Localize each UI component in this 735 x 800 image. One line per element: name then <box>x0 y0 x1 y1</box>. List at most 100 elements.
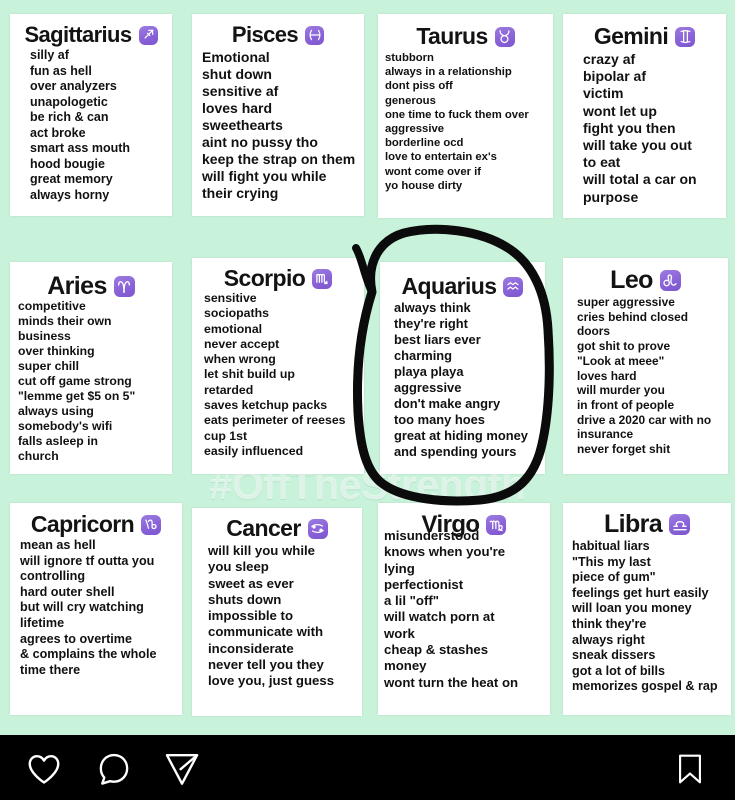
like-heart-icon[interactable] <box>25 750 65 788</box>
trait-line: mean as hell <box>20 538 96 552</box>
trait-line: stubborn <box>385 52 434 64</box>
trait-list: super aggressive cries behind closed doors… <box>563 295 728 457</box>
trait-line: super aggressive <box>577 295 675 309</box>
trait-line: fun as hell <box>30 63 92 78</box>
sign-name: Sagittarius <box>24 22 132 47</box>
trait-line: will watch porn at <box>384 609 495 625</box>
trait-line: bipolar af <box>583 68 647 85</box>
trait-line: be rich & can <box>30 110 109 124</box>
trait-line: sneak dissers <box>572 648 656 663</box>
trait-line: wont let up <box>583 102 657 119</box>
trait-line: think they're <box>572 616 647 631</box>
trait-line: will take you out <box>583 137 692 154</box>
card-title: Libra <box>563 512 731 537</box>
zodiac-card-scorpio: Scorpio sensitive sociopaths emotional neve… <box>192 258 364 474</box>
sign-name: Pisces <box>231 22 299 47</box>
card-title: Sagittarius <box>10 24 172 46</box>
sign-name: Aquarius <box>401 273 497 299</box>
trait-line: you sleep <box>208 559 269 575</box>
trait-line: insurance <box>577 427 634 442</box>
trait-line: cut off game strong <box>18 374 132 388</box>
trait-line: love to entertain ex's <box>385 151 497 164</box>
trait-line: yo house dirty <box>385 179 463 192</box>
trait-line: time there <box>20 662 81 677</box>
trait-list: Emotional shut down sensitive af loves hard… <box>192 49 364 202</box>
trait-line: saves ketchup packs <box>204 398 328 413</box>
trait-line: their crying <box>202 185 279 201</box>
trait-line: borderline ocd <box>385 137 464 150</box>
zodiac-card-grid: Sagittarius silly af fun as hell over anal… <box>0 0 735 735</box>
trait-line: over analyzers <box>30 79 117 93</box>
sign-name: Taurus <box>416 23 488 49</box>
trait-line: too many hoes <box>394 412 485 427</box>
leo-glyph-icon <box>659 270 681 291</box>
trait-line: inconsiderate <box>208 640 294 656</box>
zodiac-card-aries: Aries competitive minds their own business… <box>10 262 172 474</box>
trait-line: somebody's wifi <box>18 419 113 433</box>
share-paperplane-icon[interactable] <box>163 750 203 788</box>
trait-line: best liars ever <box>394 332 481 347</box>
trait-line: memorizes gospel & rap <box>572 679 718 694</box>
trait-list: will kill you while you sleep sweet as eve… <box>192 543 362 690</box>
trait-line: agrees to overtime <box>20 631 132 646</box>
trait-list: sensitive sociopaths emotional never accept… <box>192 291 364 459</box>
trait-line: Emotional <box>202 49 270 65</box>
trait-line: & complains the whole <box>20 647 157 662</box>
trait-line: don't make angry <box>394 396 501 411</box>
sign-name: Capricorn <box>30 511 135 537</box>
trait-line: victim <box>583 85 624 102</box>
card-title: Capricorn <box>10 513 182 536</box>
trait-line: never accept <box>204 336 280 351</box>
trait-line: will fight you while <box>202 168 327 184</box>
trait-line: habitual liars <box>572 539 650 553</box>
trait-line: always right <box>572 632 645 647</box>
trait-line: "Look at meee" <box>577 353 665 368</box>
trait-line: impossible to <box>208 608 293 624</box>
trait-line: sweet as ever <box>208 575 294 591</box>
save-bookmark-icon[interactable] <box>673 749 707 789</box>
trait-line: when wrong <box>204 352 276 367</box>
trait-line: retarded <box>204 382 254 397</box>
trait-line: to eat <box>583 154 621 171</box>
comment-bubble-icon[interactable] <box>95 750 135 788</box>
trait-line: great at hiding money <box>394 428 528 443</box>
trait-line: loves hard <box>202 100 273 116</box>
trait-line: great memory <box>30 172 113 186</box>
trait-line: competitive <box>18 299 86 313</box>
trait-line: always in a relationship <box>385 66 512 79</box>
zodiac-card-taurus: Taurus stubborn always in a relationship d… <box>378 14 553 218</box>
cancer-glyph-icon <box>307 518 328 539</box>
trait-line: drive a 2020 car with no <box>577 412 712 427</box>
trait-line: wont turn the heat on <box>384 674 519 690</box>
trait-line: hood bougie <box>30 156 105 171</box>
pisces-glyph-icon <box>305 25 325 45</box>
aries-glyph-icon <box>113 276 135 297</box>
trait-line: purpose <box>583 188 639 205</box>
trait-line: shut down <box>202 66 272 82</box>
zodiac-card-leo: Leo super aggressive cries behind closed d… <box>563 258 728 474</box>
trait-line: hard outer shell <box>20 584 115 599</box>
trait-list: competitive minds their own business over t… <box>10 299 172 464</box>
trait-line: will loan you money <box>572 601 692 616</box>
trait-line: keep the strap on them <box>202 151 356 167</box>
trait-line: will kill you while <box>208 543 315 558</box>
sign-name: Gemini <box>593 23 669 49</box>
zodiac-card-virgo: Virgo misunderstood knows when you're lyin… <box>378 503 550 715</box>
trait-line: silly af <box>30 48 69 62</box>
sign-name: Cancer <box>226 515 301 541</box>
trait-line: love you, just guess <box>208 673 335 689</box>
trait-line: and spending yours <box>394 444 517 459</box>
card-title: Aries <box>10 274 172 299</box>
trait-line: cries behind closed <box>577 309 689 324</box>
trait-line: perfectionist <box>384 576 464 592</box>
trait-line: wont come over if <box>385 165 482 178</box>
sign-name: Libra <box>603 510 663 538</box>
trait-line: never forget shit <box>577 442 671 457</box>
card-title: Leo <box>563 268 728 293</box>
zodiac-card-pisces: Pisces Emotional shut down sensitive af lov… <box>192 14 364 216</box>
trait-line: church <box>18 449 59 463</box>
trait-line: falls asleep in <box>18 434 98 448</box>
taurus-glyph-icon <box>494 26 515 47</box>
card-title: Aquarius <box>380 275 545 298</box>
trait-line: fight you then <box>583 119 676 136</box>
